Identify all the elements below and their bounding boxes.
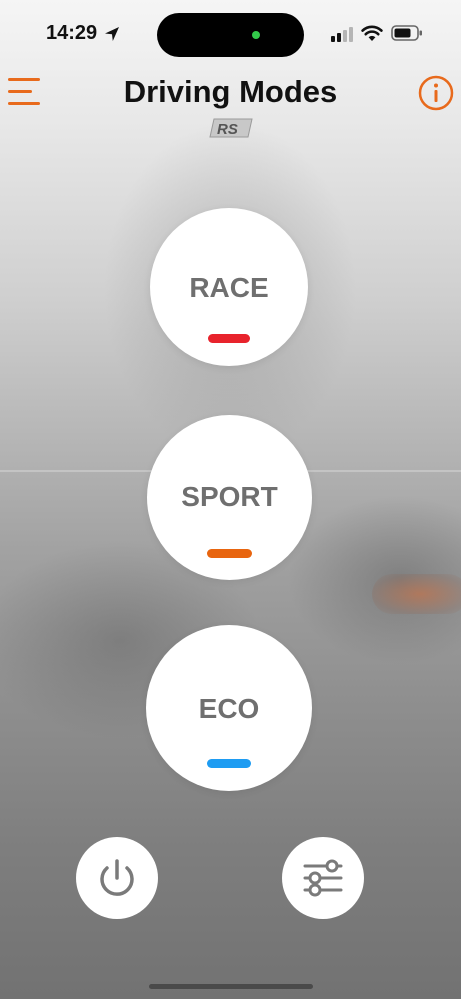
dynamic-island xyxy=(157,13,304,57)
camera-indicator-dot xyxy=(252,31,260,39)
svg-text:RS: RS xyxy=(217,121,238,138)
battery-icon xyxy=(391,25,422,41)
race-mode-indicator xyxy=(208,334,250,343)
background-car-taillight xyxy=(372,574,461,614)
status-time: 14:29 xyxy=(46,22,98,44)
eco-mode-indicator xyxy=(207,759,251,768)
sport-mode-button[interactable]: SPORT xyxy=(147,415,312,580)
rs-logo: RS xyxy=(209,118,253,138)
race-mode-label: RACE xyxy=(189,272,269,303)
page-title: Driving Modes xyxy=(123,74,338,109)
race-mode-button[interactable]: RACE xyxy=(150,208,308,366)
eco-mode-label: ECO xyxy=(198,693,260,724)
location-arrow-icon xyxy=(105,27,119,41)
settings-button[interactable] xyxy=(282,837,364,919)
sport-mode-indicator xyxy=(207,549,252,558)
power-button[interactable] xyxy=(76,837,158,919)
cellular-signal-icon xyxy=(331,26,353,42)
wifi-icon xyxy=(361,25,383,41)
eco-mode-button[interactable]: ECO xyxy=(146,625,312,791)
home-indicator[interactable] xyxy=(149,984,313,989)
status-bar: 14:29 xyxy=(0,0,461,64)
sliders-icon xyxy=(303,859,343,897)
sport-mode-label: SPORT xyxy=(181,481,278,512)
power-icon xyxy=(100,859,134,896)
info-icon[interactable] xyxy=(418,75,454,111)
